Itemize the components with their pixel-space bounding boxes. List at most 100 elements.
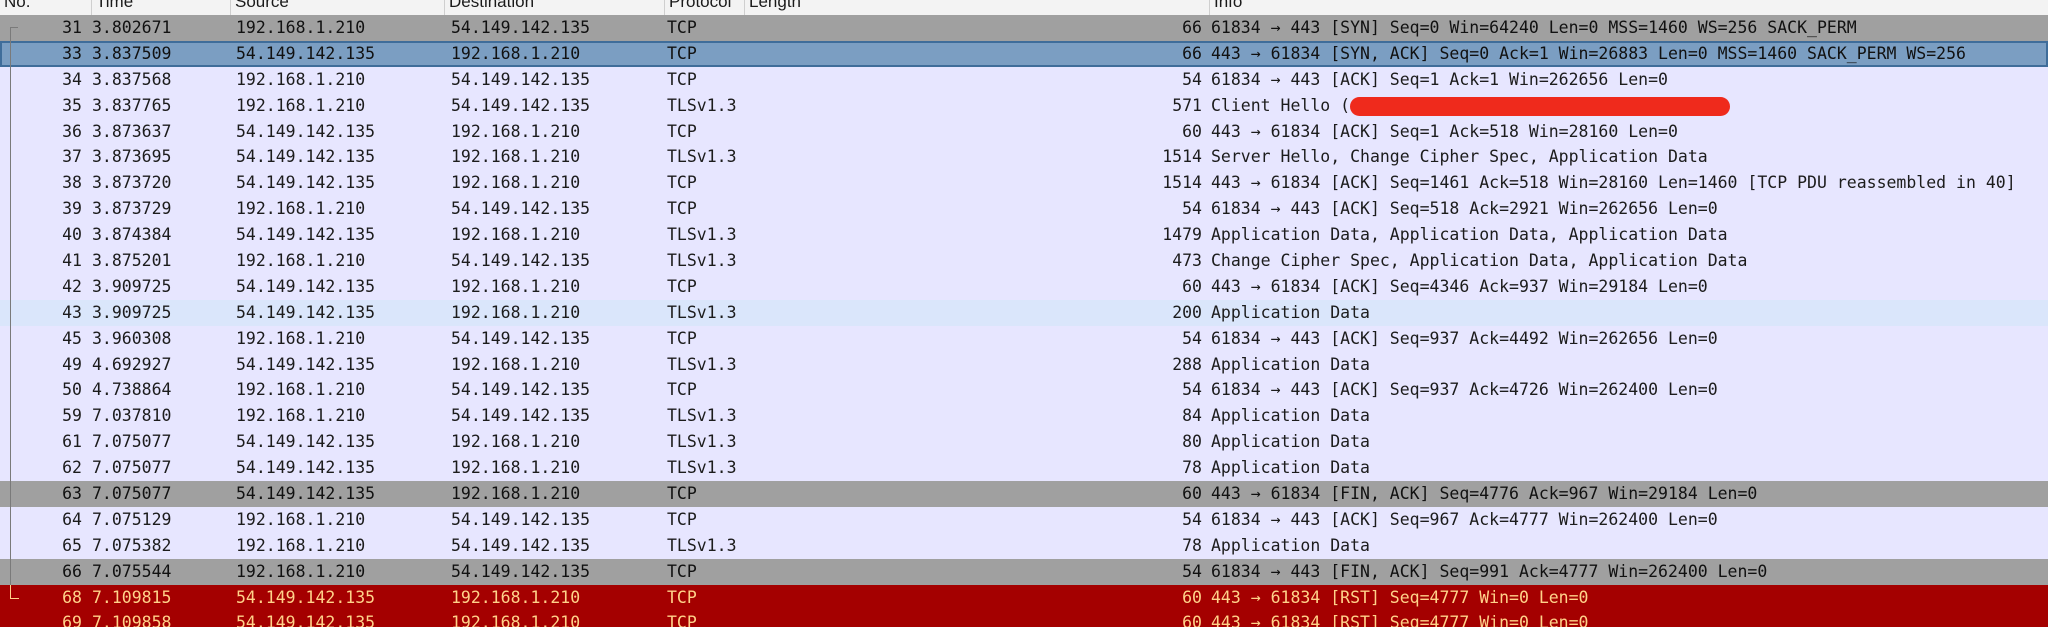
packet-protocol: TCP xyxy=(667,484,697,504)
packet-row[interactable]: 35 3.837765 192.168.1.210 54.149.142.135… xyxy=(0,92,2048,119)
packet-info: 443 → 61834 [SYN, ACK] Seq=0 Ack=1 Win=2… xyxy=(1211,43,1966,63)
packet-protocol: TLSv1.3 xyxy=(667,406,737,426)
packet-length: 54 xyxy=(1182,199,1202,219)
packet-source: 192.168.1.210 xyxy=(236,199,366,219)
packet-info: Application Data xyxy=(1211,535,1370,555)
packet-protocol: TLSv1.3 xyxy=(667,354,737,374)
packet-info: 443 → 61834 [RST] Seq=4777 Win=0 Len=0 xyxy=(1211,613,1589,627)
column-header-destination[interactable]: Destination xyxy=(445,0,665,15)
packet-destination: 54.149.142.135 xyxy=(451,328,591,348)
packet-row[interactable]: 62 7.075077 54.149.142.135 192.168.1.210… xyxy=(0,455,2048,482)
packet-source: 54.149.142.135 xyxy=(236,458,376,478)
packet-length: 54 xyxy=(1182,380,1202,400)
packet-time: 3.837509 xyxy=(92,43,172,63)
packet-list-header: No. Time Source Destination Protocol Len… xyxy=(0,0,2048,16)
packet-row[interactable]: 39 3.873729 192.168.1.210 54.149.142.135… xyxy=(0,196,2048,223)
packet-destination: 54.149.142.135 xyxy=(451,95,591,115)
packet-row[interactable]: 64 7.075129 192.168.1.210 54.149.142.135… xyxy=(0,506,2048,533)
packet-row[interactable]: 37 3.873695 54.149.142.135 192.168.1.210… xyxy=(0,144,2048,171)
packet-row[interactable]: 49 4.692927 54.149.142.135 192.168.1.210… xyxy=(0,351,2048,378)
packet-destination: 192.168.1.210 xyxy=(451,302,581,322)
column-header-protocol[interactable]: Protocol xyxy=(665,0,745,15)
packet-protocol: TCP xyxy=(667,18,697,37)
packet-row[interactable]: 45 3.960308 192.168.1.210 54.149.142.135… xyxy=(0,325,2048,352)
packet-row[interactable]: 65 7.075382 192.168.1.210 54.149.142.135… xyxy=(0,532,2048,559)
packet-length: 60 xyxy=(1182,276,1202,296)
packet-row[interactable]: 43 3.909725 54.149.142.135 192.168.1.210… xyxy=(0,299,2048,326)
packet-list: 31 3.802671 192.168.1.210 54.149.142.135… xyxy=(0,15,2048,627)
packet-time: 3.909725 xyxy=(92,302,172,322)
packet-destination: 54.149.142.135 xyxy=(451,69,591,89)
packet-length: 60 xyxy=(1182,587,1202,607)
packet-no: 41 xyxy=(62,251,82,271)
packet-time: 3.960308 xyxy=(92,328,172,348)
packet-no: 64 xyxy=(62,509,82,529)
packet-row[interactable]: 41 3.875201 192.168.1.210 54.149.142.135… xyxy=(0,248,2048,274)
packet-row-selected[interactable]: 33 3.837509 54.149.142.135 192.168.1.210… xyxy=(0,40,2048,67)
packet-no: 68 xyxy=(62,587,82,607)
packet-destination: 54.149.142.135 xyxy=(451,561,591,581)
packet-info: Application Data xyxy=(1211,354,1370,374)
packet-time: 3.873720 xyxy=(92,173,172,193)
packet-row-reset[interactable]: 68 7.109815 54.149.142.135 192.168.1.210… xyxy=(0,584,2048,611)
packet-info: 443 → 61834 [ACK] Seq=4346 Ack=937 Win=2… xyxy=(1211,276,1708,296)
packet-info: 61834 → 443 [FIN, ACK] Seq=991 Ack=4777 … xyxy=(1211,561,1768,581)
packet-source: 54.149.142.135 xyxy=(236,484,376,504)
packet-row[interactable]: 63 7.075077 54.149.142.135 192.168.1.210… xyxy=(0,481,2048,507)
packet-info: 61834 → 443 [ACK] Seq=1 Ack=1 Win=262656… xyxy=(1211,69,1668,89)
column-header-source[interactable]: Source xyxy=(231,0,445,15)
packet-length: 60 xyxy=(1182,121,1202,141)
packet-info: Application Data xyxy=(1211,406,1370,426)
packet-length: 66 xyxy=(1182,43,1202,63)
packet-protocol: TLSv1.3 xyxy=(667,432,737,452)
packet-row[interactable]: 42 3.909725 54.149.142.135 192.168.1.210… xyxy=(0,273,2048,300)
packet-row[interactable]: 61 7.075077 54.149.142.135 192.168.1.210… xyxy=(0,429,2048,456)
packet-source: 192.168.1.210 xyxy=(236,251,366,271)
packet-row[interactable]: 31 3.802671 192.168.1.210 54.149.142.135… xyxy=(0,15,2048,41)
packet-time: 3.837765 xyxy=(92,95,172,115)
packet-row[interactable]: 38 3.873720 54.149.142.135 192.168.1.210… xyxy=(0,170,2048,197)
packet-time: 7.075129 xyxy=(92,509,172,529)
packet-length: 78 xyxy=(1182,535,1202,555)
packet-info: 61834 → 443 [ACK] Seq=937 Ack=4492 Win=2… xyxy=(1211,328,1718,348)
column-header-no[interactable]: No. xyxy=(0,0,92,15)
packet-length: 1514 xyxy=(1162,147,1202,167)
packet-source: 54.149.142.135 xyxy=(236,276,376,296)
packet-length: 288 xyxy=(1172,354,1202,374)
packet-length: 78 xyxy=(1182,458,1202,478)
packet-destination: 54.149.142.135 xyxy=(451,380,591,400)
column-header-time[interactable]: Time xyxy=(92,0,231,15)
packet-info: Server Hello, Change Cipher Spec, Applic… xyxy=(1211,147,1708,167)
packet-time: 7.075077 xyxy=(92,458,172,478)
packet-time: 7.075077 xyxy=(92,484,172,504)
packet-info: 61834 → 443 [ACK] Seq=937 Ack=4726 Win=2… xyxy=(1211,380,1718,400)
packet-source: 54.149.142.135 xyxy=(236,302,376,322)
packet-destination: 54.149.142.135 xyxy=(451,406,591,426)
packet-source: 192.168.1.210 xyxy=(236,406,366,426)
packet-source: 192.168.1.210 xyxy=(236,328,366,348)
packet-destination: 192.168.1.210 xyxy=(451,173,581,193)
packet-row[interactable]: 34 3.837568 192.168.1.210 54.149.142.135… xyxy=(0,66,2048,93)
packet-row[interactable]: 50 4.738864 192.168.1.210 54.149.142.135… xyxy=(0,377,2048,404)
packet-length: 54 xyxy=(1182,69,1202,89)
packet-row-reset[interactable]: 69 7.109858 54.149.142.135 192.168.1.210… xyxy=(0,610,2048,627)
packet-protocol: TLSv1.3 xyxy=(667,251,737,271)
packet-source: 54.149.142.135 xyxy=(236,432,376,452)
packet-protocol: TCP xyxy=(667,43,697,63)
packet-row[interactable]: 66 7.075544 192.168.1.210 54.149.142.135… xyxy=(0,558,2048,585)
packet-no: 65 xyxy=(62,535,82,555)
packet-row[interactable]: 36 3.873637 54.149.142.135 192.168.1.210… xyxy=(0,118,2048,145)
packet-protocol: TCP xyxy=(667,587,697,607)
packet-no: 63 xyxy=(62,484,82,504)
packet-time: 3.909725 xyxy=(92,276,172,296)
packet-time: 7.075077 xyxy=(92,432,172,452)
packet-row[interactable]: 40 3.874384 54.149.142.135 192.168.1.210… xyxy=(0,222,2048,249)
packet-no: 35 xyxy=(62,95,82,115)
column-header-length[interactable]: Length xyxy=(745,0,1210,15)
packet-time: 4.692927 xyxy=(92,354,172,374)
column-header-info[interactable]: Info xyxy=(1210,0,2048,15)
packet-time: 3.873637 xyxy=(92,121,172,141)
packet-row[interactable]: 59 7.037810 192.168.1.210 54.149.142.135… xyxy=(0,403,2048,430)
packet-length: 200 xyxy=(1172,302,1202,322)
packet-protocol: TCP xyxy=(667,613,697,627)
